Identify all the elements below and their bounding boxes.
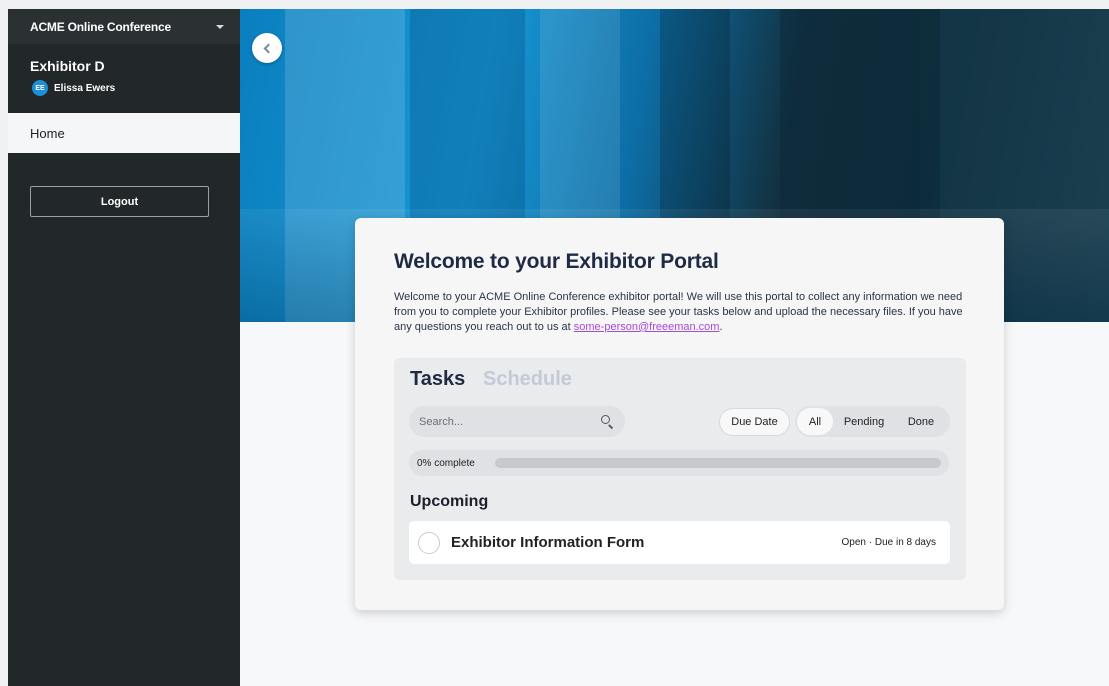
progress-track <box>495 458 941 468</box>
back-button[interactable] <box>252 33 282 63</box>
tab-schedule[interactable]: Schedule <box>483 368 572 391</box>
avatar: EE <box>32 80 48 96</box>
user-name: Elissa Ewers <box>54 82 116 94</box>
status-filter-group: All Pending Done <box>795 406 950 437</box>
upcoming-heading: Upcoming <box>410 493 489 510</box>
app-frame: ACME Online Conference Exhibitor D EE El… <box>8 9 1109 686</box>
tab-tasks[interactable]: Tasks <box>410 368 465 391</box>
sidebar: ACME Online Conference Exhibitor D EE El… <box>8 9 240 686</box>
page-title: Welcome to your Exhibitor Portal <box>394 250 719 273</box>
sidebar-item-label: Home <box>30 125 65 141</box>
chevron-left-icon <box>263 43 274 53</box>
circle-icon[interactable] <box>418 531 440 554</box>
search-box[interactable] <box>409 406 625 437</box>
search-icon[interactable] <box>601 414 615 429</box>
exhibitor-name: Exhibitor D <box>30 58 105 74</box>
conference-switcher[interactable]: ACME Online Conference <box>8 9 240 44</box>
welcome-card: Welcome to your Exhibitor Portal Welcome… <box>355 218 1004 610</box>
progress-label: 0% complete <box>417 457 475 469</box>
due-date-sort-button[interactable]: Due Date <box>719 408 790 436</box>
welcome-description: Welcome to your ACME Online Conference e… <box>394 290 974 335</box>
filter-done-button[interactable]: Done <box>895 408 947 435</box>
search-input[interactable] <box>419 415 601 428</box>
contact-email-link[interactable]: some-person@freeeman.com <box>574 321 720 333</box>
sidebar-item-home[interactable]: Home <box>8 113 240 153</box>
task-name[interactable]: Exhibitor Information Form <box>451 534 842 551</box>
task-item[interactable]: Exhibitor Information Form Open · Due in… <box>409 521 950 564</box>
tasks-panel: Tasks Schedule Due Date All Pending Done… <box>394 358 966 580</box>
conference-name: ACME Online Conference <box>30 19 171 34</box>
logout-button[interactable]: Logout <box>30 186 209 217</box>
task-status: Open · Due in 8 days <box>841 537 937 548</box>
progress-bar: 0% complete <box>409 450 949 476</box>
user-info: EE Elissa Ewers <box>8 74 240 96</box>
filter-all-button[interactable]: All <box>797 408 833 435</box>
filter-pending-button[interactable]: Pending <box>833 408 895 435</box>
description-end: . <box>719 321 723 333</box>
caret-down-icon <box>216 25 224 29</box>
